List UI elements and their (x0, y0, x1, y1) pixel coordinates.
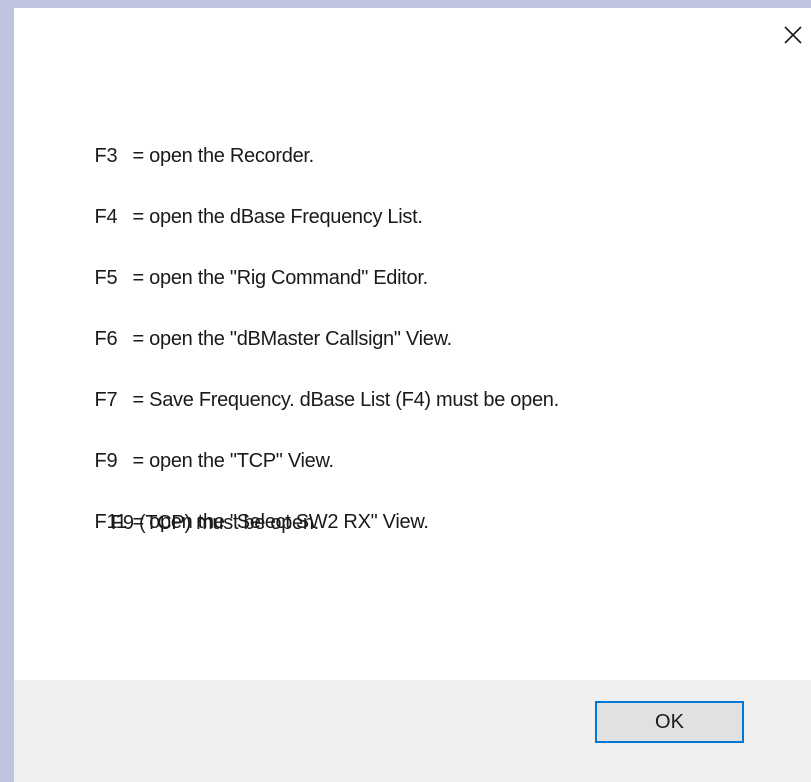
shortcut-key: F5 (94, 267, 118, 289)
close-button[interactable] (780, 22, 806, 48)
shortcut-key: F3 (94, 145, 118, 167)
shortcut-key: F9 (94, 450, 118, 472)
dialog-footer: OK (14, 680, 811, 782)
shortcut-description: = open the "TCP" View. (132, 450, 335, 472)
shortcut-continuation: F9 (TCP) must be open. (111, 512, 319, 534)
shortcut-key: F7 (94, 389, 118, 411)
close-icon (784, 26, 802, 44)
shortcut-help-dialog: F3 = open the Recorder. F4 = open the dBas… (14, 8, 811, 782)
shortcut-key: F4 (94, 206, 118, 228)
shortcut-description: = Save Frequency. dBase List (F4) must b… (132, 389, 560, 411)
ok-button[interactable]: OK (595, 701, 744, 743)
shortcut-description: = open the dBase Frequency List. (132, 206, 423, 228)
shortcut-description: = open the Recorder. (132, 145, 315, 167)
shortcut-description: = open the "dBMaster Callsign" View. (132, 328, 453, 350)
shortcut-description: = open the "Rig Command" Editor. (132, 267, 429, 289)
shortcut-key: F6 (94, 328, 118, 350)
